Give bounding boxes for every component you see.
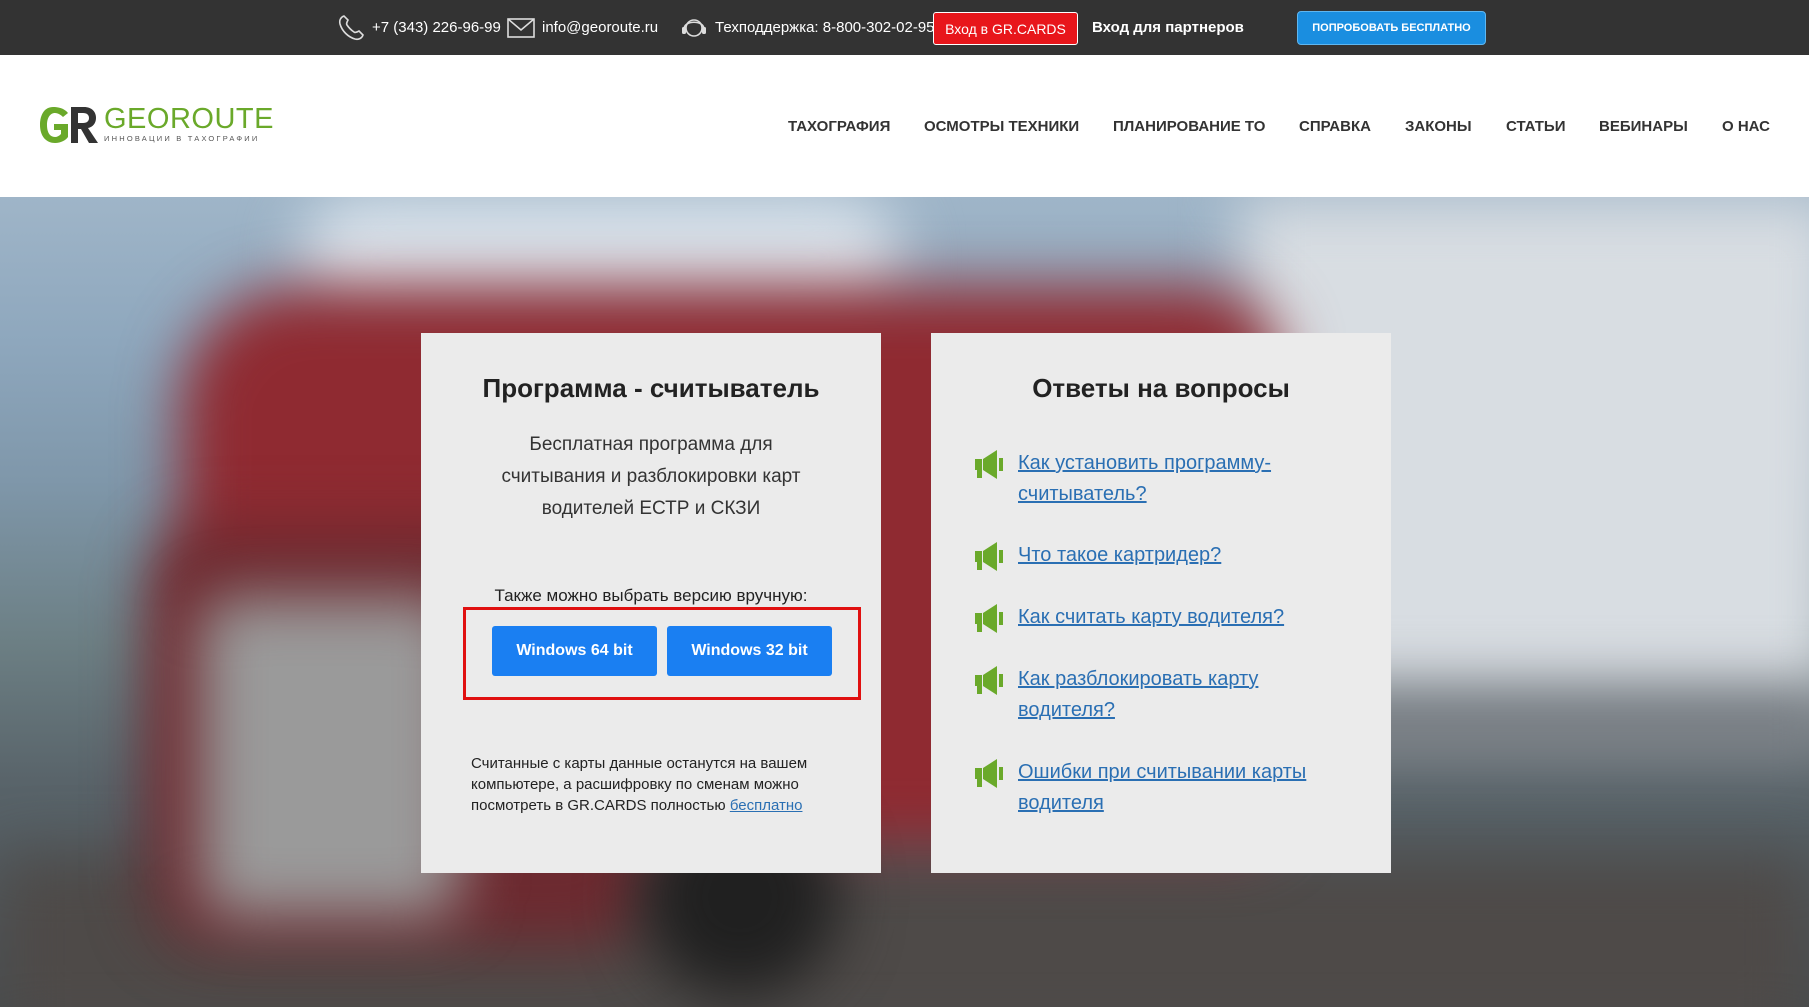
nav-equipment-inspection[interactable]: ОСМОТРЫ ТЕХНИКИ: [924, 55, 1079, 197]
phone-number: +7 (343) 226-96-99: [372, 19, 501, 36]
faq-card-title: Ответы на вопросы: [1032, 373, 1290, 403]
logo-text: GEOROUTE ИННОВАЦИИ В ТАХОГРАФИИ: [104, 104, 274, 143]
faq-link-cardreader[interactable]: Что такое картридер?: [1018, 540, 1221, 571]
faq-link-unlock-card[interactable]: Как разблокировать карту водителя?: [1018, 664, 1353, 726]
phone-icon: [338, 14, 364, 40]
faq-item: Как считать карту водителя?: [973, 602, 1353, 635]
email-contact[interactable]: info@georoute.ru: [506, 0, 658, 55]
support-contact[interactable]: Техподдержка: 8-800-302-02-95: [679, 0, 935, 55]
georoute-logo[interactable]: GEOROUTE ИННОВАЦИИ В ТАХОГРАФИИ: [38, 104, 274, 145]
faq-card: Ответы на вопросы Как установить програм…: [931, 333, 1391, 873]
megaphone-icon: [975, 450, 1003, 479]
hero-background: [0, 197, 1809, 1007]
reader-program-card: Программа - считыватель Бесплатная прогр…: [421, 333, 881, 873]
reader-card-description: Бесплатная программа для считывания и ра…: [501, 434, 801, 519]
download-windows-64-button[interactable]: Windows 64 bit: [492, 626, 657, 676]
reader-card-title: Программа - считыватель: [482, 373, 820, 403]
megaphone-icon: [975, 666, 1003, 695]
free-link[interactable]: бесплатно: [730, 797, 803, 814]
manual-version-label: Также можно выбрать версию вручную:: [494, 586, 808, 605]
faq-link-read-errors[interactable]: Ошибки при считывании карты водителя: [1018, 757, 1353, 819]
top-bar: +7 (343) 226-96-99 info@georoute.ru Техп…: [0, 0, 1809, 55]
faq-item: Как разблокировать карту водителя?: [973, 664, 1353, 726]
grcards-login-button[interactable]: Вход в GR.CARDS: [933, 12, 1078, 45]
reader-card-footer: Считанные с карты данные останутся на ва…: [471, 753, 841, 816]
faq-item: Ошибки при считывании карты водителя: [973, 757, 1353, 819]
try-free-button[interactable]: ПОПРОБОВАТЬ БЕСПЛАТНО: [1297, 11, 1486, 45]
partners-login-link[interactable]: Вход для партнеров: [1092, 0, 1244, 55]
email-address: info@georoute.ru: [542, 19, 659, 36]
faq-link-read-card[interactable]: Как считать карту водителя?: [1018, 602, 1284, 633]
nav-webinars[interactable]: ВЕБИНАРЫ: [1599, 55, 1688, 197]
gr-monogram-icon: [40, 107, 98, 143]
download-windows-32-button[interactable]: Windows 32 bit: [667, 626, 832, 676]
megaphone-icon: [975, 759, 1003, 788]
headset-icon: [682, 18, 706, 37]
megaphone-icon: [975, 542, 1003, 571]
megaphone-icon: [975, 604, 1003, 633]
nav-tachography[interactable]: ТАХОГРАФИЯ: [788, 55, 890, 197]
nav-laws[interactable]: ЗАКОНЫ: [1405, 55, 1472, 197]
faq-item: Что такое картридер?: [973, 540, 1353, 573]
logo-name: GEOROUTE: [104, 103, 274, 135]
phone-contact[interactable]: +7 (343) 226-96-99: [336, 0, 501, 55]
logo-tagline: ИННОВАЦИИ В ТАХОГРАФИИ: [104, 134, 260, 143]
faq-link-install[interactable]: Как установить программу-считыватель?: [1018, 448, 1353, 510]
envelope-icon: [507, 17, 535, 38]
faq-item: Как установить программу-считыватель?: [973, 448, 1353, 510]
nav-maintenance-planning[interactable]: ПЛАНИРОВАНИЕ ТО: [1113, 55, 1265, 197]
support-phone: Техподдержка: 8-800-302-02-95: [715, 19, 935, 36]
nav-about[interactable]: О НАС: [1722, 55, 1770, 197]
nav-help[interactable]: СПРАВКА: [1299, 55, 1371, 197]
nav-articles[interactable]: СТАТЬИ: [1506, 55, 1566, 197]
